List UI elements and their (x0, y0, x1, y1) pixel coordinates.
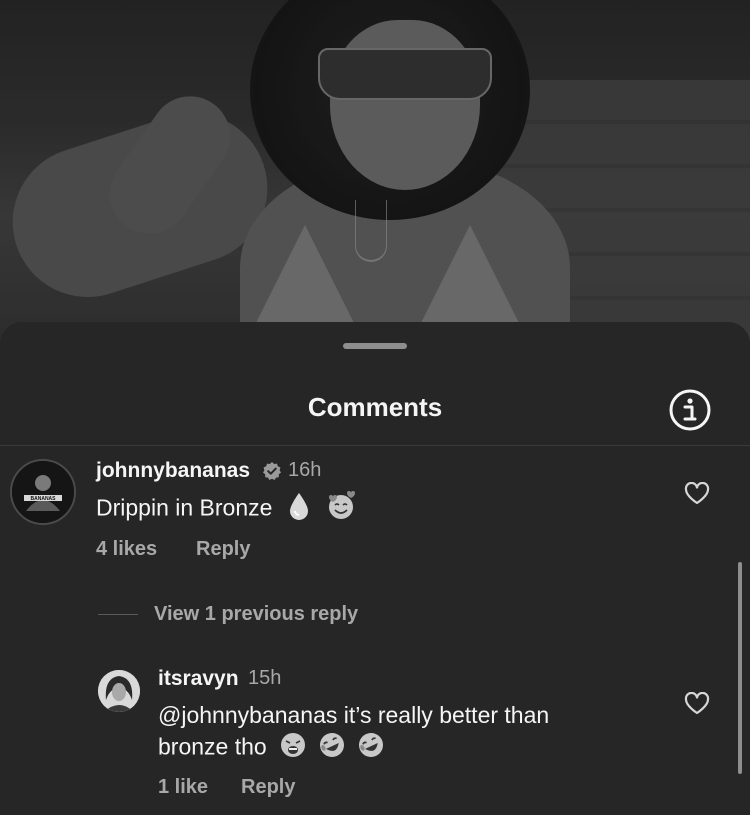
rolling-on-floor-laughing-emoji (356, 730, 386, 767)
reply-text-line-1: @johnnybananas it’s really better than (158, 702, 550, 728)
svg-text:BANANAS: BANANAS (31, 496, 57, 502)
comment-text: Drippin in Bronze (96, 490, 357, 529)
comment-text-content: Drippin in Bronze (96, 494, 273, 521)
comment-likes[interactable]: 4 likes (96, 538, 157, 561)
avatar[interactable]: BANANAS (10, 459, 76, 525)
comment-reply-button[interactable]: Reply (196, 538, 250, 561)
avatar[interactable] (98, 670, 140, 712)
header-divider (0, 445, 750, 446)
sheet-title: Comments (307, 392, 443, 422)
droplet-emoji (287, 491, 311, 528)
scrollbar[interactable] (738, 562, 742, 774)
reply-text-content: bronze tho (158, 733, 267, 760)
info-icon[interactable] (668, 388, 712, 432)
reply-likes[interactable]: 1 like (158, 776, 208, 799)
comment-time: 16h (288, 459, 322, 481)
reply-reply-button[interactable]: Reply (241, 776, 295, 799)
verified-badge-icon (262, 461, 282, 481)
post-photo (0, 0, 750, 360)
heart-icon[interactable] (684, 481, 710, 506)
reply-time: 15h (248, 667, 282, 689)
heart-icon[interactable] (684, 691, 710, 716)
comment-username[interactable]: johnnybananas (96, 459, 250, 483)
smiling-face-with-hearts-emoji (325, 490, 357, 529)
rolling-on-floor-laughing-emoji (317, 730, 347, 767)
reply-username[interactable]: itsravyn (158, 667, 239, 691)
reply-text-line-2: bronze tho (158, 730, 386, 767)
screen: Comments BANANAS johnnybananas 16h Dripp… (0, 0, 750, 815)
photo-dim-overlay (0, 0, 750, 360)
weary-face-emoji (279, 731, 307, 766)
sheet-grabber[interactable] (343, 343, 407, 349)
comments-sheet: Comments BANANAS johnnybananas 16h Dripp… (0, 322, 750, 815)
view-previous-replies[interactable]: View 1 previous reply (154, 603, 358, 626)
view-replies-line (98, 614, 138, 615)
